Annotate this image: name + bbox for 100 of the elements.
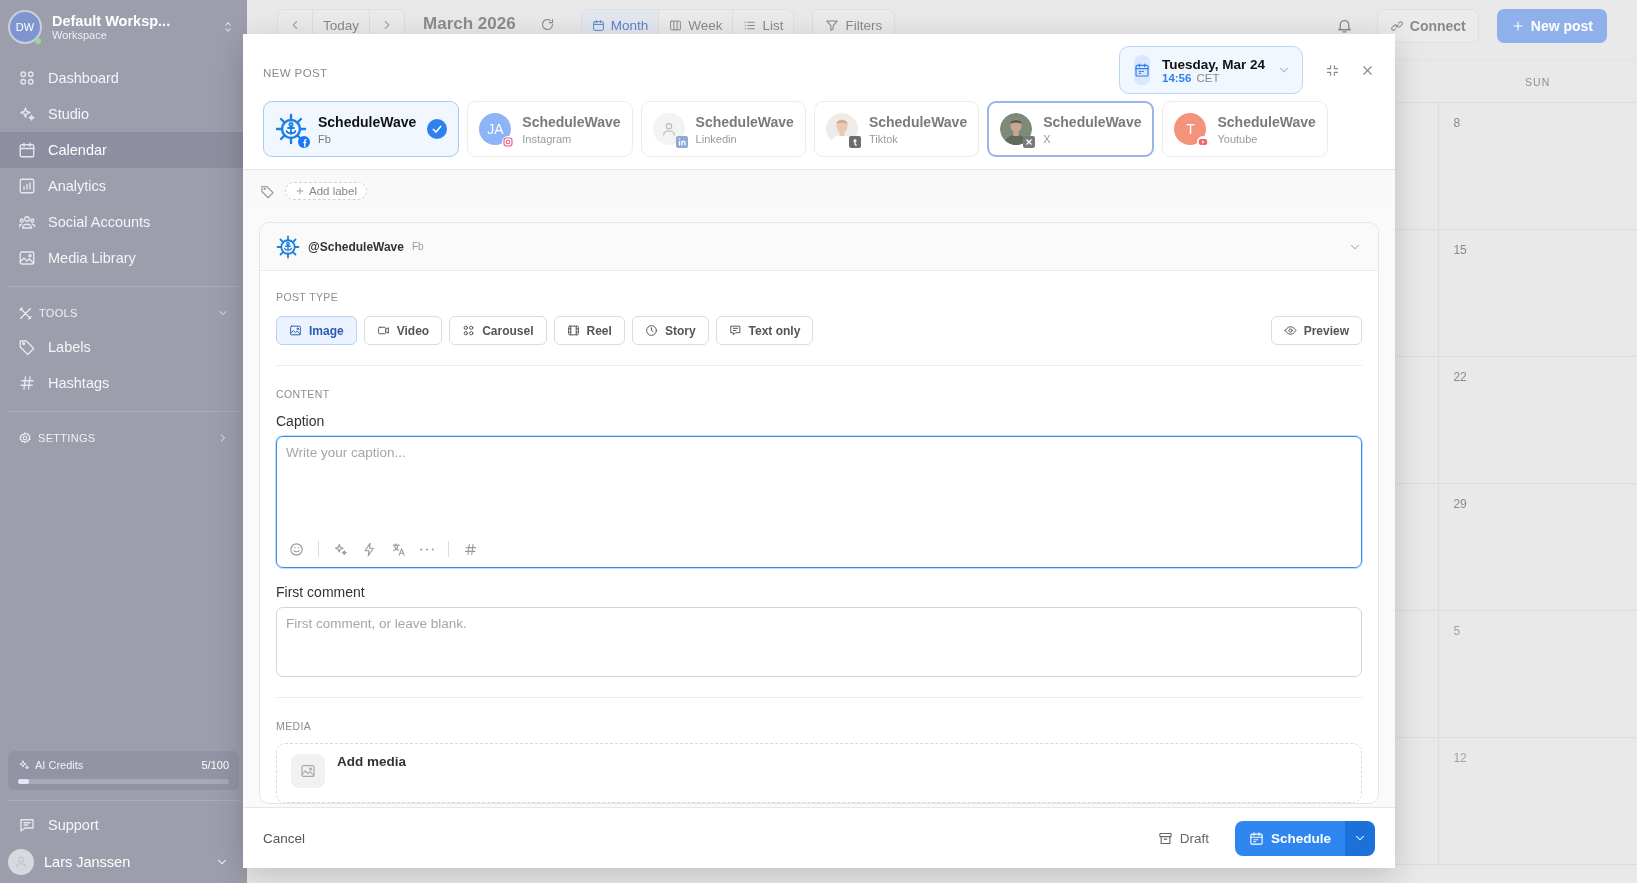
- sparkle-icon: [18, 759, 30, 771]
- video-icon: [376, 324, 390, 337]
- sparkle-icon: [18, 105, 36, 123]
- user-name[interactable]: Lars Janssen: [44, 854, 205, 870]
- avatar: JA: [479, 113, 512, 145]
- draft-button[interactable]: Draft: [1151, 829, 1215, 847]
- account-name: ScheduleWave: [1043, 113, 1142, 130]
- translate-icon: [391, 541, 406, 557]
- check-icon: [427, 119, 448, 139]
- nav-item[interactable]: Hashtags: [0, 365, 247, 401]
- nav-item[interactable]: Dashboard: [0, 60, 247, 96]
- caption-editor[interactable]: Write your caption...: [276, 436, 1362, 568]
- post-type-button[interactable]: Text only: [715, 316, 814, 345]
- day-number: 22: [1453, 370, 1467, 384]
- calendar-icon: [591, 18, 605, 32]
- image-icon: [18, 249, 36, 267]
- section-label: CONTENT: [276, 388, 330, 400]
- account-card[interactable]: JA ScheduleWave Instagram: [467, 101, 633, 157]
- network-badge-icon: [1197, 136, 1210, 148]
- add-media-area[interactable]: Add media: [276, 743, 1362, 803]
- schedule-button[interactable]: Schedule: [1234, 820, 1345, 856]
- section-label: MEDIA: [276, 720, 312, 732]
- account-platform: Fb: [318, 132, 332, 145]
- profile-handle: @ScheduleWave: [308, 239, 404, 254]
- account-name: ScheduleWave: [868, 113, 968, 130]
- weekday-header: SUN: [1525, 75, 1551, 88]
- time-text: 14:56: [1162, 71, 1192, 84]
- nav-item[interactable]: Social Accounts: [0, 204, 247, 240]
- tag-icon: [260, 183, 275, 199]
- account-platform: Youtube: [1217, 132, 1259, 145]
- account-card[interactable]: ScheduleWave Tiktok: [813, 101, 980, 157]
- post-type-button[interactable]: Image: [276, 316, 357, 345]
- tools-icon: [18, 305, 33, 321]
- profile-header[interactable]: @ScheduleWave Fb: [260, 223, 1378, 271]
- account-name: ScheduleWave: [318, 113, 417, 130]
- caption-field[interactable]: Write your caption...: [277, 437, 1361, 541]
- day-number: 5: [1453, 624, 1461, 638]
- nav-item[interactable]: Studio: [0, 96, 247, 132]
- image-icon: [300, 763, 316, 779]
- post-type-button[interactable]: Carousel: [449, 316, 547, 345]
- day-number: 12: [1453, 751, 1467, 765]
- post-type-button[interactable]: Story: [631, 316, 709, 345]
- film-icon: [566, 324, 580, 337]
- columns-icon: [669, 18, 683, 32]
- network-badge-icon: [502, 136, 515, 148]
- account-card[interactable]: ScheduleWave Linkedin: [640, 101, 806, 157]
- emoji-icon: [289, 541, 304, 557]
- workspace-avatar: DW: [8, 10, 42, 44]
- field-label: Caption: [276, 413, 326, 429]
- nav-item[interactable]: Analytics: [0, 168, 247, 204]
- add-label-button[interactable]: Add label: [285, 182, 367, 200]
- preview-button[interactable]: Preview: [1270, 316, 1362, 345]
- refresh-icon: [539, 17, 555, 32]
- workspace-name: Default Worksp...: [52, 13, 172, 29]
- user-icon: [660, 121, 677, 137]
- cancel-button[interactable]: Cancel: [263, 824, 306, 852]
- profile-platform: Fb: [411, 241, 425, 252]
- more-icon[interactable]: [420, 547, 434, 551]
- connect-button[interactable]: Connect: [1376, 9, 1479, 43]
- support-link[interactable]: Support: [0, 807, 247, 843]
- new-post-button[interactable]: New post: [1496, 9, 1607, 43]
- bell-icon: [1335, 17, 1353, 34]
- account-name: ScheduleWave: [695, 113, 794, 130]
- section-label: POST TYPE: [276, 291, 339, 303]
- ship-wheel-logo: [275, 113, 307, 145]
- account-name: ScheduleWave: [522, 113, 621, 130]
- nav-item[interactable]: Media Library: [0, 240, 247, 276]
- credits-count: 5/100: [201, 759, 229, 771]
- account-platform: Linkedin: [695, 132, 738, 145]
- eye-icon: [1283, 324, 1297, 337]
- hash-icon: [18, 374, 36, 392]
- field-label: First comment: [276, 584, 366, 600]
- network-badge-icon: [1023, 136, 1036, 148]
- workspace-subtitle: Workspace: [52, 29, 108, 41]
- account-platform: X: [1043, 132, 1052, 145]
- day-number: 29: [1453, 497, 1467, 511]
- account-card[interactable]: ScheduleWave X: [987, 101, 1155, 157]
- first-comment-field[interactable]: First comment, or leave blank.: [277, 608, 1361, 676]
- nav-item[interactable]: Labels: [0, 329, 247, 365]
- post-type-button[interactable]: Video: [363, 316, 443, 345]
- credits-label: AI Credits: [35, 759, 85, 771]
- tools-section[interactable]: TOOLS: [0, 297, 247, 329]
- date-picker[interactable]: Tuesday, Mar 24 14:56 CET: [1119, 46, 1303, 94]
- day-number: 15: [1453, 243, 1467, 257]
- ship-wheel-logo: [276, 234, 300, 259]
- account-card[interactable]: T ScheduleWave Youtube: [1162, 101, 1328, 157]
- schedule-menu-button[interactable]: [1345, 820, 1375, 856]
- hashtag-icon: [463, 541, 478, 557]
- carousel-icon: [462, 324, 476, 337]
- users-icon: [18, 213, 36, 231]
- settings-section[interactable]: SETTINGS: [0, 422, 247, 454]
- dashboard-icon: [18, 69, 36, 87]
- message-icon: [728, 324, 742, 337]
- account-platform: Instagram: [522, 132, 573, 145]
- post-type-button[interactable]: Reel: [553, 316, 625, 345]
- image-icon: [289, 324, 302, 337]
- add-media-title: Add media: [337, 754, 406, 769]
- account-card[interactable]: ScheduleWave Fb: [263, 101, 460, 157]
- account-name: ScheduleWave: [1217, 113, 1316, 130]
- month-title: March 2026: [423, 14, 516, 34]
